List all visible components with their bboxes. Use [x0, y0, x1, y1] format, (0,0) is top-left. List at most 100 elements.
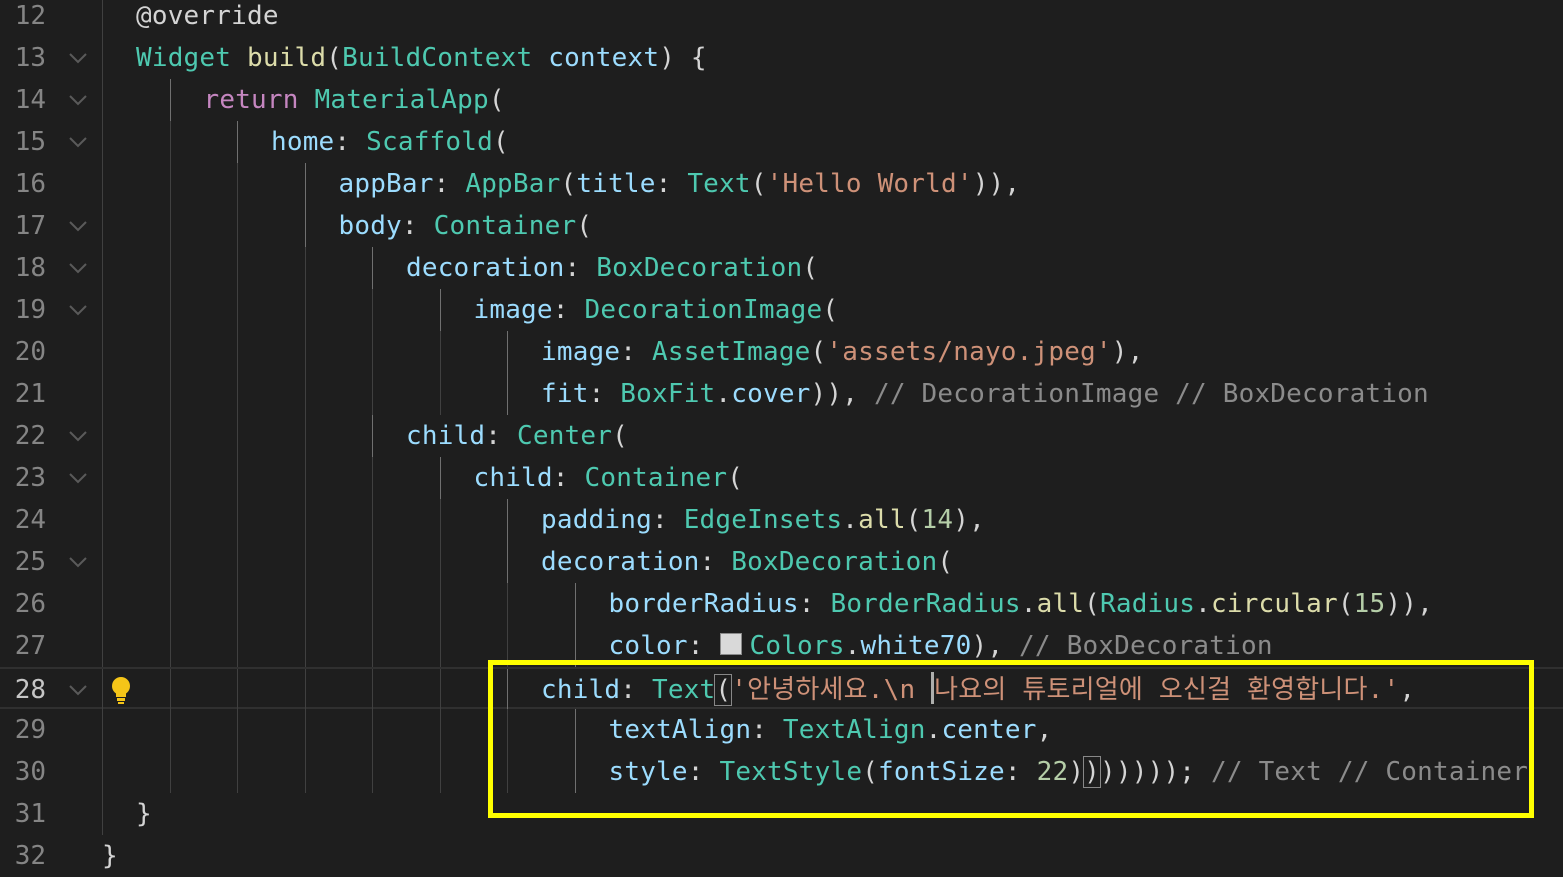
code-text: decoration: BoxDecoration(: [406, 247, 818, 289]
indent-guide: [237, 709, 238, 751]
code-line[interactable]: 17 body: Container(: [0, 205, 1563, 247]
line-number: 31: [14, 799, 46, 829]
indent-guide: [102, 373, 103, 415]
indent-guide: [237, 205, 238, 247]
indent-guide: [304, 669, 306, 711]
indent-guide: [102, 247, 103, 289]
annotation-highlight-box: [488, 660, 1534, 818]
line-number: 29: [14, 715, 46, 745]
code-token: all: [1036, 589, 1085, 619]
code-token: :: [687, 631, 720, 661]
code-token: :: [564, 253, 597, 283]
indent-guide: [372, 373, 373, 415]
code-token: (: [612, 421, 628, 451]
indent-guide: [102, 331, 103, 373]
code-token: BorderRadius: [830, 589, 1021, 619]
indent-guide: [304, 499, 306, 541]
indent-guide: [304, 205, 306, 247]
indent-guide: [169, 79, 171, 121]
code-token: BoxDecoration: [596, 253, 803, 283]
indent-guide: [169, 457, 171, 499]
fold-chevron-icon[interactable]: [67, 205, 89, 247]
fold-chevron-icon[interactable]: [67, 79, 89, 121]
fold-chevron-icon[interactable]: [67, 541, 89, 583]
indent-guide: [507, 541, 508, 583]
indent-guide: [237, 583, 238, 625]
indent-guide: [304, 247, 306, 289]
indent-guide: [169, 247, 171, 289]
code-line[interactable]: 18 decoration: BoxDecoration(: [0, 247, 1563, 289]
indent-guide: [439, 499, 441, 541]
code-line[interactable]: 20 image: AssetImage('assets/nayo.jpeg'),: [0, 331, 1563, 373]
lightbulb-icon[interactable]: [108, 675, 134, 705]
fold-chevron-icon[interactable]: [67, 415, 89, 457]
code-line[interactable]: 24 padding: EdgeInsets.all(14),: [0, 499, 1563, 541]
code-token: (: [1084, 589, 1100, 619]
code-token: EdgeInsets: [683, 505, 843, 535]
code-line[interactable]: 21 fit: BoxFit.cover)), // DecorationImag…: [0, 373, 1563, 415]
code-line[interactable]: 26 borderRadius: BorderRadius.all(Radius.…: [0, 583, 1563, 625]
code-text: appBar: AppBar(title: Text('Hello World'…: [339, 163, 1021, 205]
code-line[interactable]: 13 Widget build(BuildContext context) {: [0, 37, 1563, 79]
code-line[interactable]: 25 decoration: BoxDecoration(: [0, 541, 1563, 583]
code-token: Center: [517, 421, 613, 451]
code-text: child: Center(: [406, 415, 628, 457]
code-token: ),: [1111, 337, 1144, 367]
code-text: Widget build(BuildContext context) {: [136, 37, 707, 79]
indent-guide: [102, 457, 103, 499]
code-token: (: [492, 127, 509, 157]
indent-guide: [304, 709, 306, 751]
line-number: 20: [14, 337, 46, 367]
fold-chevron-icon[interactable]: [67, 37, 89, 79]
code-token: :: [401, 211, 434, 241]
indent-guide: [102, 79, 103, 121]
code-token: MaterialApp: [314, 85, 489, 115]
indent-guide: [169, 331, 171, 373]
code-token: 14: [921, 505, 954, 535]
code-text: home: Scaffold(: [271, 121, 509, 163]
code-token: .: [842, 505, 859, 535]
indent-guide: [304, 373, 306, 415]
code-token: child: [473, 463, 553, 493]
code-line[interactable]: 23 child: Container(: [0, 457, 1563, 499]
code-line[interactable]: 22 child: Center(: [0, 415, 1563, 457]
indent-guide: [439, 331, 441, 373]
fold-chevron-icon[interactable]: [67, 121, 89, 163]
code-token: padding: [541, 505, 652, 535]
indent-guide: [507, 373, 508, 415]
indent-guide: [169, 373, 171, 415]
code-token: Container: [433, 211, 577, 241]
code-token: Widget: [136, 43, 247, 73]
fold-chevron-icon[interactable]: [67, 457, 89, 499]
code-token: )),: [972, 169, 1021, 199]
code-token: BuildContext: [342, 43, 549, 73]
code-token: :: [655, 169, 688, 199]
fold-chevron-icon[interactable]: [67, 669, 89, 711]
code-line[interactable]: 32}: [0, 835, 1563, 877]
code-token: color: [608, 631, 688, 661]
code-token: :: [588, 379, 621, 409]
code-line[interactable]: 15 home: Scaffold(: [0, 121, 1563, 163]
code-token: circular: [1210, 589, 1338, 619]
indent-guide: [372, 583, 373, 625]
code-token: )),: [810, 379, 874, 409]
code-token: (: [810, 337, 827, 367]
line-number: 30: [14, 757, 46, 787]
code-line[interactable]: 12 @override: [0, 0, 1563, 37]
code-token: context: [548, 43, 660, 73]
code-line[interactable]: 19 image: DecorationImage(: [0, 289, 1563, 331]
code-token: home: [271, 127, 335, 157]
code-token: appBar: [338, 169, 434, 199]
code-token: (: [937, 547, 954, 577]
code-text: fit: BoxFit.cover)), // DecorationImage …: [541, 373, 1429, 415]
indent-guide: [372, 709, 373, 751]
code-line[interactable]: 16 appBar: AppBar(title: Text('Hello Worl…: [0, 163, 1563, 205]
fold-chevron-icon[interactable]: [67, 247, 89, 289]
indent-guide: [439, 751, 441, 793]
indent-guide: [439, 583, 441, 625]
fold-chevron-icon[interactable]: [67, 289, 89, 331]
code-line[interactable]: 14 return MaterialApp(: [0, 79, 1563, 121]
code-text: image: DecorationImage(: [474, 289, 839, 331]
indent-guide: [439, 709, 441, 751]
code-token: (: [326, 43, 343, 73]
